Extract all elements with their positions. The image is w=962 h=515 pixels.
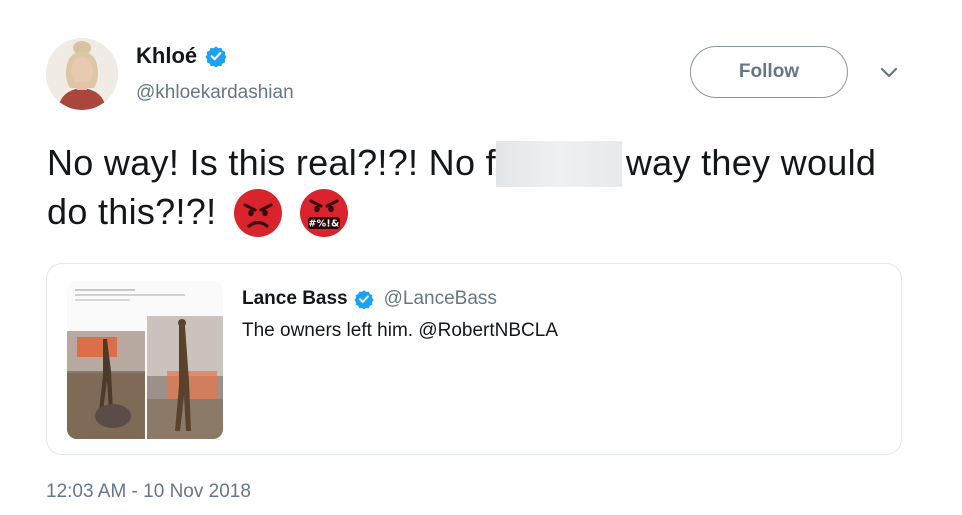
tweet-timestamp[interactable]: 12:03 AM - 10 Nov 2018 [46, 481, 251, 503]
censor-bar [495, 141, 622, 187]
quoted-author-handle: @LanceBass [383, 288, 497, 309]
swearing-face-icon: #%!& [300, 189, 349, 237]
angry-face-icon [233, 189, 282, 237]
quoted-tweet-text: The owners left him. @RobertNBCLA [242, 320, 559, 341]
quoted-author-name: Lance Bass [242, 288, 348, 309]
tweet-text-part1: No way! Is this real?!?! No f [47, 142, 496, 183]
chevron-down-icon[interactable] [878, 64, 900, 82]
quoted-tweet-image [67, 281, 223, 439]
author-avatar[interactable] [46, 38, 118, 110]
follow-button[interactable]: Follow [690, 46, 848, 98]
author-name-text: Khloé [136, 43, 198, 68]
swearing-symbols: #%!& [308, 219, 339, 230]
verified-badge-icon [353, 290, 374, 309]
quoted-tweet-media[interactable] [67, 281, 223, 439]
tweet-text: No way! Is this real?!?! No f way they wo… [47, 138, 907, 238]
author-handle[interactable]: @khloekardashian [136, 82, 294, 104]
verified-badge-icon [205, 46, 227, 67]
avatar-image [46, 38, 118, 110]
quoted-tweet-author[interactable]: Lance Bass @LanceBass [242, 288, 497, 310]
quoted-tweet-card[interactable]: Lance Bass @LanceBass The owners left hi… [46, 263, 902, 455]
author-name[interactable]: Khloé [136, 43, 227, 69]
